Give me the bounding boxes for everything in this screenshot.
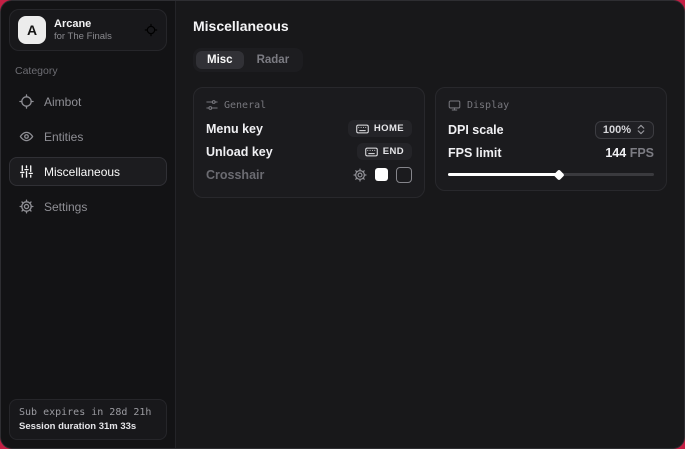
chevrons-up-down-icon (636, 124, 646, 135)
sidebar-item-label: Aimbot (44, 95, 81, 109)
monitor-icon (448, 99, 461, 112)
unload-key-value: END (383, 146, 404, 157)
keyboard-icon (365, 147, 378, 157)
display-card: Display DPI scale 100% FPS limit (435, 87, 667, 191)
sliders-horizontal-icon (206, 99, 218, 111)
crosshair-controls (353, 167, 412, 183)
unload-key-button[interactable]: END (357, 143, 412, 160)
fps-unit: FPS (630, 146, 654, 160)
sidebar-item-entities[interactable]: Entities (9, 122, 167, 151)
display-card-title: Display (467, 100, 509, 111)
subscription-info: Sub expires in 28d 21h Session duration … (9, 399, 167, 440)
refresh-icon[interactable] (144, 23, 158, 37)
dpi-scale-select[interactable]: 100% (595, 121, 654, 139)
fps-limit-value: 144 FPS (605, 146, 654, 160)
cards-row: General Menu key HOME (193, 87, 667, 198)
crosshair-label: Crosshair (206, 168, 264, 182)
sidebar-item-aimbot[interactable]: Aimbot (9, 87, 167, 116)
slider-thumb[interactable] (554, 169, 565, 180)
brand-card: A Arcane for The Finals (9, 9, 167, 51)
tab-radar[interactable]: Radar (246, 51, 301, 69)
category-label: Category (15, 65, 161, 77)
page-title: Miscellaneous (193, 18, 667, 34)
fps-limit-slider[interactable] (448, 169, 654, 179)
brand-text: Arcane for The Finals (54, 18, 112, 42)
sidebar-item-label: Miscellaneous (44, 165, 120, 179)
sliders-icon (19, 164, 34, 179)
menu-key-label: Menu key (206, 122, 263, 136)
eye-icon (19, 129, 34, 144)
crosshair-row: Crosshair (206, 163, 412, 186)
slider-fill (448, 173, 559, 176)
app-window: A Arcane for The Finals Category (0, 0, 685, 449)
fps-number: 144 (605, 146, 626, 160)
fps-limit-row: FPS limit 144 FPS (448, 141, 654, 164)
crosshair-icon (19, 94, 34, 109)
crosshair-settings-gear-icon[interactable] (353, 168, 367, 182)
menu-key-button[interactable]: HOME (348, 120, 412, 137)
unload-key-row: Unload key END (206, 140, 412, 163)
crosshair-color-swatch[interactable] (375, 168, 388, 181)
sub-expires-text: Sub expires in 28d 21h (19, 407, 157, 418)
menu-key-row: Menu key HOME (206, 117, 412, 140)
dpi-scale-value: 100% (603, 124, 631, 136)
menu-key-value: HOME (374, 123, 404, 134)
general-card-header: General (206, 99, 412, 111)
main-content: Miscellaneous Misc Radar General (176, 1, 684, 448)
general-card: General Menu key HOME (193, 87, 425, 198)
app-subtitle: for The Finals (54, 31, 112, 42)
sidebar-item-label: Entities (44, 130, 83, 144)
sidebar: A Arcane for The Finals Category (1, 1, 176, 448)
crosshair-checkbox[interactable] (396, 167, 412, 183)
gear-icon (19, 199, 34, 214)
session-duration-text: Session duration 31m 33s (19, 421, 157, 432)
keyboard-icon (356, 124, 369, 134)
fps-limit-label: FPS limit (448, 146, 501, 160)
dpi-scale-row: DPI scale 100% (448, 118, 654, 141)
app-logo: A (18, 16, 46, 44)
sidebar-item-label: Settings (44, 200, 87, 214)
display-card-header: Display (448, 99, 654, 112)
sidebar-nav: Aimbot Entities Miscel (9, 87, 167, 221)
tab-bar: Misc Radar (193, 48, 303, 72)
general-card-title: General (224, 100, 266, 111)
unload-key-label: Unload key (206, 145, 273, 159)
tab-misc[interactable]: Misc (196, 51, 244, 69)
dpi-scale-label: DPI scale (448, 123, 504, 137)
sidebar-item-miscellaneous[interactable]: Miscellaneous (9, 157, 167, 186)
app-name: Arcane (54, 18, 112, 30)
sidebar-item-settings[interactable]: Settings (9, 192, 167, 221)
